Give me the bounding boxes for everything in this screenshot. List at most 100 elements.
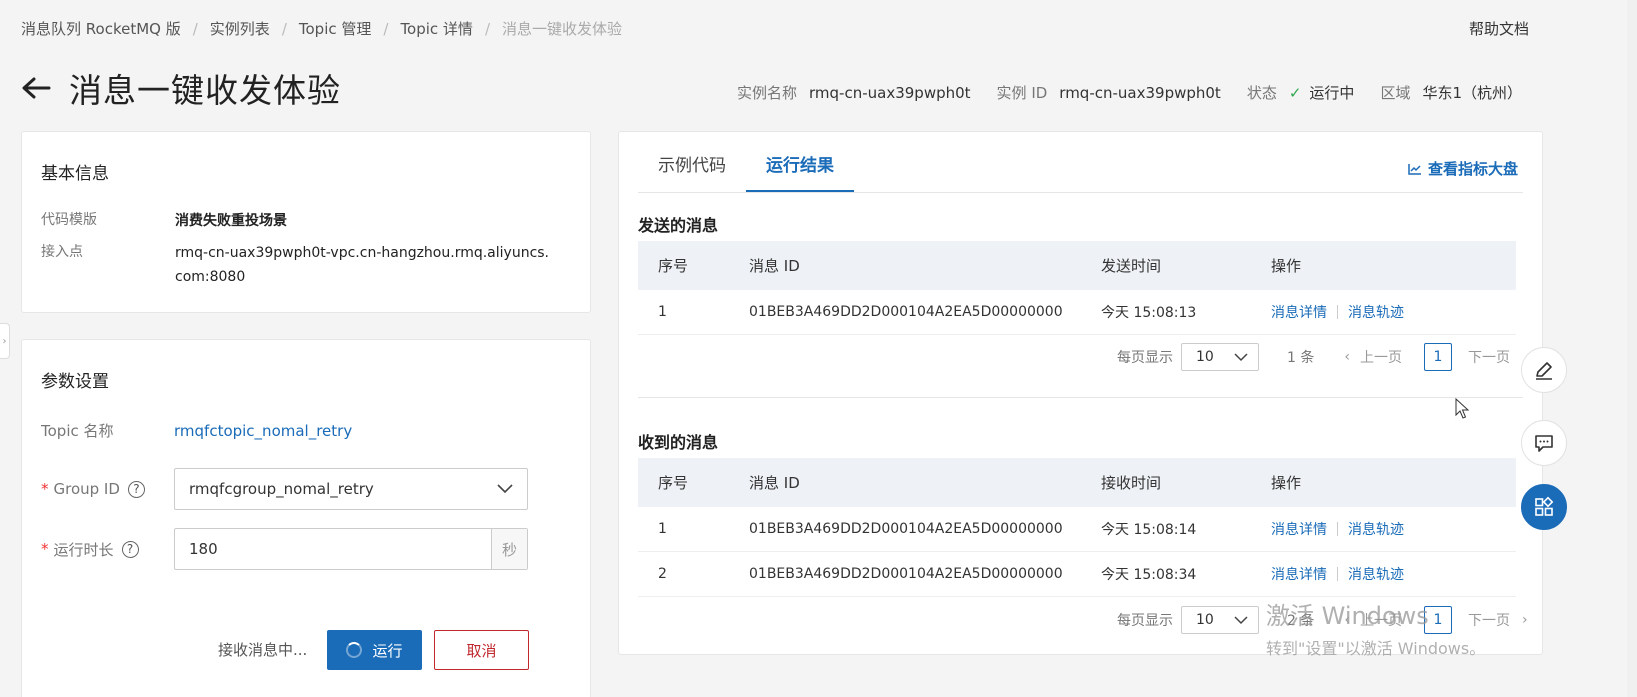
breadcrumb: 消息队列 RocketMQ 版 / 实例列表 / Topic 管理 / Topi… <box>21 18 622 39</box>
group-label: * Group ID ? <box>41 480 174 498</box>
instance-meta: 实例名称 rmq-cn-uax39pwph0t 实例 ID rmq-cn-uax… <box>737 82 1522 103</box>
cell-time: 今天 15:08:14 <box>1101 522 1197 538</box>
chart-icon <box>1408 163 1421 175</box>
sent-title: 发送的消息 <box>638 216 719 235</box>
basic-info-title: 基本信息 <box>41 164 109 184</box>
apps-icon <box>1535 496 1554 516</box>
windows-activation-watermark: 激活 Windows 转到"设置"以激活 Windows。 <box>1266 596 1485 659</box>
cell-id: 01BEB3A469DD2D000104A2EA5D00000000 <box>749 566 1063 582</box>
template-label: 代码模版 <box>41 212 97 228</box>
message-trace-link[interactable]: 消息轨迹 <box>1348 519 1404 539</box>
message-trace-link[interactable]: 消息轨迹 <box>1348 564 1404 584</box>
status-label: 状态 <box>1246 84 1277 102</box>
chat-float-button[interactable] <box>1521 420 1567 466</box>
col-no: 序号 <box>658 474 689 492</box>
results-card: 示例代码 运行结果 查看指标大盘 发送的消息 序号 消息 ID 发送时间 操作 … <box>618 131 1543 655</box>
edit-float-button[interactable] <box>1521 347 1567 393</box>
result-tabs: 示例代码 运行结果 <box>638 132 1523 193</box>
per-page-select[interactable]: 10 <box>1181 606 1259 634</box>
mouse-cursor-icon <box>1455 397 1471 424</box>
apps-float-button[interactable] <box>1521 484 1567 530</box>
duration-label: * 运行时长 ? <box>41 539 174 560</box>
duration-input[interactable]: 180 秒 <box>174 528 528 570</box>
region-value: 华东1（杭州） <box>1422 84 1522 102</box>
page-number[interactable]: 1 <box>1423 343 1452 371</box>
breadcrumb-item-instances[interactable]: 实例列表 <box>210 18 270 39</box>
col-actions: 操作 <box>1271 474 1302 492</box>
run-button[interactable]: 运行 <box>327 630 422 670</box>
endpoint-value: rmq-cn-uax39pwph0t-vpc.cn-hangzhou.rmq.a… <box>175 245 550 285</box>
group-id-value: rmqfcgroup_nomal_retry <box>189 480 374 498</box>
cell-actions: 消息详情 消息轨迹 <box>1271 564 1516 584</box>
next-page-button[interactable]: 下一页 <box>1468 347 1510 367</box>
col-time: 发送时间 <box>1101 257 1162 275</box>
tab-sample-code[interactable]: 示例代码 <box>638 151 746 192</box>
topic-label: Topic 名称 <box>41 422 114 440</box>
table-row: 1 01BEB3A469DD2D000104A2EA5D00000000 今天 … <box>638 290 1516 335</box>
col-id: 消息 ID <box>749 474 800 492</box>
chevron-down-icon <box>497 484 513 494</box>
per-page-select[interactable]: 10 <box>1181 343 1259 371</box>
region-label: 区域 <box>1380 84 1411 102</box>
section-divider <box>638 397 1523 398</box>
message-detail-link[interactable]: 消息详情 <box>1271 564 1327 584</box>
cell-time: 今天 15:08:34 <box>1101 567 1197 583</box>
sent-table: 序号 消息 ID 发送时间 操作 1 01BEB3A469DD2D000104A… <box>638 241 1516 335</box>
chevron-down-icon <box>1234 352 1248 361</box>
help-docs-link[interactable]: 帮助文档 <box>1469 18 1529 39</box>
group-id-select[interactable]: rmqfcgroup_nomal_retry <box>174 468 528 510</box>
message-detail-link[interactable]: 消息详情 <box>1271 519 1327 539</box>
message-trace-link[interactable]: 消息轨迹 <box>1348 302 1404 322</box>
col-actions: 操作 <box>1271 257 1302 275</box>
loading-spinner-icon <box>346 642 363 658</box>
breadcrumb-current: 消息一键收发体验 <box>502 20 623 38</box>
params-title: 参数设置 <box>41 372 109 392</box>
sent-pager: 每页显示 10 1 条 ‹ 上一页 1 下一页 <box>638 343 1538 371</box>
receiving-status: 接收消息中... <box>218 641 308 659</box>
title-row: 消息一键收发体验 <box>21 64 341 112</box>
cancel-button[interactable]: 取消 <box>434 630 529 670</box>
endpoint-label: 接入点 <box>41 244 83 260</box>
breadcrumb-item-rocketmq[interactable]: 消息队列 RocketMQ 版 <box>21 18 181 39</box>
instance-name-value: rmq-cn-uax39pwph0t <box>809 83 971 102</box>
watermark-line2: 转到"设置"以激活 Windows。 <box>1266 639 1486 658</box>
breadcrumb-separator: / <box>192 19 198 38</box>
chevron-right-icon: › <box>1521 612 1528 628</box>
col-no: 序号 <box>658 257 689 275</box>
instance-id-label: 实例 ID <box>996 84 1048 102</box>
cell-id: 01BEB3A469DD2D000104A2EA5D00000000 <box>749 304 1063 320</box>
instance-name-label: 实例名称 <box>737 84 798 102</box>
topic-row: Topic 名称 rmqfctopic_nomal_retry <box>41 420 352 441</box>
help-question-icon[interactable]: ? <box>127 480 145 498</box>
cell-actions: 消息详情 消息轨迹 <box>1271 519 1516 539</box>
duration-unit: 秒 <box>491 529 527 569</box>
table-header: 序号 消息 ID 接收时间 操作 <box>638 458 1516 507</box>
cell-no: 2 <box>658 566 667 582</box>
check-icon: ✓ <box>1288 83 1302 102</box>
table-row: 1 01BEB3A469DD2D000104A2EA5D00000000 今天 … <box>638 507 1516 552</box>
page-title: 消息一键收发体验 <box>69 71 341 110</box>
total-count: 1 条 <box>1287 350 1315 366</box>
group-row: * Group ID ? rmqfcgroup_nomal_retry <box>41 468 528 510</box>
chevron-left-icon: ‹ <box>1344 349 1350 365</box>
params-card: 参数设置 Topic 名称 rmqfctopic_nomal_retry * Gr… <box>21 339 591 697</box>
chevron-down-icon <box>1234 615 1248 624</box>
table-header: 序号 消息 ID 发送时间 操作 <box>638 241 1516 290</box>
template-value: 消费失败重投场景 <box>175 213 287 229</box>
table-row: 2 01BEB3A469DD2D000104A2EA5D00000000 今天 … <box>638 552 1516 597</box>
scrollbar[interactable] <box>1627 0 1637 697</box>
help-question-icon[interactable]: ? <box>121 540 139 558</box>
received-table: 序号 消息 ID 接收时间 操作 1 01BEB3A469DD2D000104A… <box>638 458 1516 597</box>
sidebar-expand-handle[interactable]: › <box>0 323 10 359</box>
breadcrumb-item-topic-manage[interactable]: Topic 管理 <box>299 18 372 39</box>
breadcrumb-separator: / <box>484 19 490 38</box>
breadcrumb-item-topic-detail[interactable]: Topic 详情 <box>400 18 473 39</box>
duration-value[interactable]: 180 <box>175 540 491 558</box>
prev-page-button[interactable]: ‹ 上一页 <box>1344 347 1402 367</box>
duration-row: * 运行时长 ? 180 秒 <box>41 528 528 570</box>
tab-run-result[interactable]: 运行结果 <box>746 151 854 192</box>
back-arrow-icon[interactable] <box>21 72 53 104</box>
view-dashboard-link[interactable]: 查看指标大盘 <box>1408 158 1518 179</box>
topic-link[interactable]: rmqfctopic_nomal_retry <box>174 422 352 440</box>
message-detail-link[interactable]: 消息详情 <box>1271 302 1327 322</box>
